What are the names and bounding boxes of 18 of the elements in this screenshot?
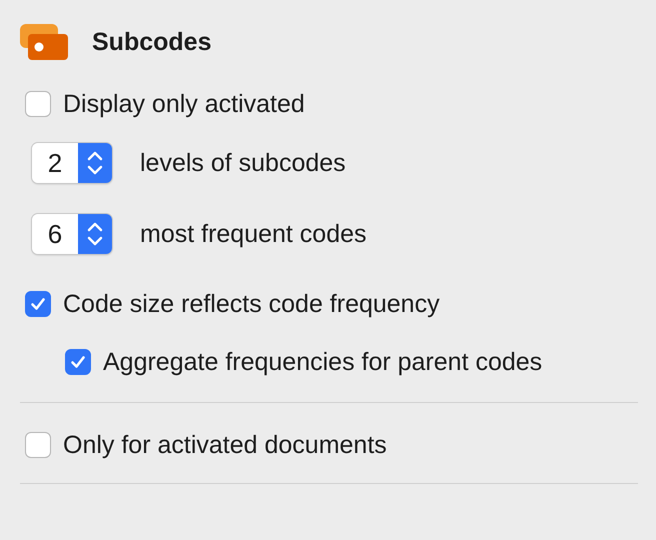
code-tag-icon [20, 24, 70, 60]
number-field[interactable]: 6 [32, 214, 78, 254]
checkbox-label: Aggregate frequencies for parent codes [103, 348, 542, 376]
checkmark-icon [69, 353, 87, 371]
checkbox[interactable] [65, 349, 91, 375]
checkbox-label: Only for activated documents [63, 430, 387, 460]
stepper-arrows-icon[interactable] [78, 143, 112, 183]
number-field[interactable]: 2 [32, 143, 78, 183]
section-title: Subcodes [92, 28, 212, 56]
checkmark-icon [29, 295, 47, 313]
checkbox-label: Display only activated [63, 90, 305, 118]
checkbox[interactable] [25, 91, 51, 117]
stepper-arrows-icon[interactable] [78, 214, 112, 254]
checkbox[interactable] [25, 291, 51, 317]
stepper-label: most frequent codes [140, 220, 367, 248]
checkbox[interactable] [25, 432, 51, 458]
stepper-label: levels of subcodes [140, 148, 346, 178]
checkbox-label: Code size reflects code frequency [63, 290, 440, 318]
